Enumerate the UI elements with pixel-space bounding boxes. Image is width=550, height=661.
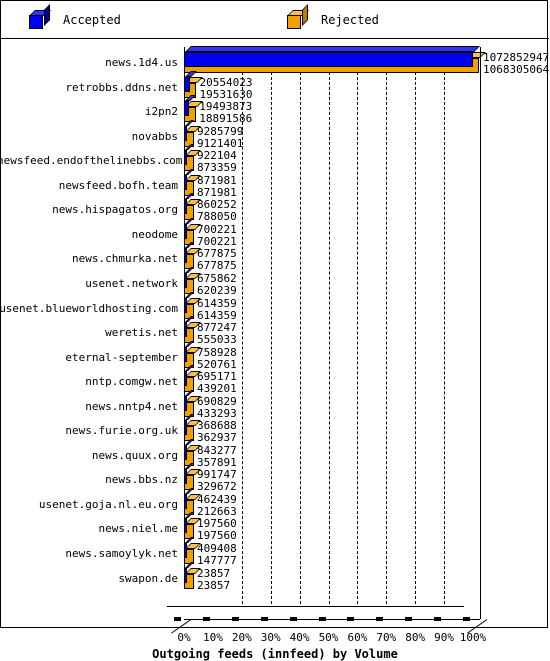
y-axis-line <box>184 47 185 584</box>
plot-right-border <box>480 47 481 619</box>
bar-value-label-accepted: 922104 <box>197 149 237 163</box>
blue-cube-icon <box>29 4 51 30</box>
bar-value-label-accepted: 19493873 <box>199 100 253 114</box>
bar-value-label-accepted: 860252 <box>197 198 237 212</box>
bar-row[interactable] <box>184 46 486 73</box>
chart-legend: Accepted Rejected <box>1 1 549 39</box>
bar-value-label-accepted: 675862 <box>197 271 237 285</box>
bar-value-label-accepted: 368688 <box>197 419 237 433</box>
bar-value-label-accepted: 690829 <box>197 394 237 408</box>
bar-value-label-accepted: 9285799 <box>197 124 244 138</box>
chart-bars: 1072852947 1068305064 20554023 19531630 1949… <box>1 39 549 619</box>
chart-plot-area: news.1d4.us retrobbs.ddns.net i2pn2 novabbs… <box>0 39 549 661</box>
x-axis-tick-mark <box>260 617 268 621</box>
chart-window: Accepted Rejected news.1d4.us retrobbs.dd… <box>0 0 549 661</box>
bar-value-label-accepted: 877247 <box>197 321 237 335</box>
bar-value-label-accepted: 677875 <box>197 247 237 261</box>
x-axis-tick-mark <box>463 617 470 621</box>
x-axis-tick-mark <box>202 617 210 621</box>
x-axis-tick-mark <box>231 617 239 621</box>
bar-segment-accepted[interactable] <box>184 46 480 67</box>
bar-value-label-accepted: 462439 <box>197 492 237 506</box>
bar-value-label-accepted: 843277 <box>197 443 237 457</box>
x-axis-tick-mark <box>174 617 181 621</box>
bar-value-label-rejected: 23857 <box>197 578 231 592</box>
bar-value-label-accepted: 197560 <box>197 517 237 531</box>
bar-top-face <box>185 46 480 52</box>
x-axis-tick-label: 100% <box>459 631 487 644</box>
orange-cube-icon <box>287 4 309 30</box>
bar-value-label-rejected: 1068305064 <box>483 63 550 76</box>
bar-value-label-accepted: 23857 <box>197 566 231 580</box>
bar-value-label-accepted: 871981 <box>197 173 237 187</box>
legend-label-rejected: Rejected <box>321 13 379 27</box>
bar-value-label-accepted: 758928 <box>197 345 237 359</box>
x-axis-tick-mark <box>347 617 355 621</box>
bar-value-label-accepted: 409408 <box>197 542 237 555</box>
bar-value-label-accepted: 614359 <box>197 296 237 310</box>
x-axis-tick-mark <box>318 617 326 621</box>
x-axis-tick-mark <box>405 617 413 621</box>
bar-value-label-accepted: 20554023 <box>199 75 253 89</box>
x-axis-tick-mark <box>434 617 442 621</box>
bar-value-label-accepted: 700221 <box>197 222 237 236</box>
bar-value-label-accepted: 1072852947 <box>483 51 550 64</box>
chart-x-title: Outgoing feeds (innfeed) by Volume <box>152 647 398 661</box>
x-axis-tick-mark <box>289 617 297 621</box>
x-axis-tick-mark <box>376 617 384 621</box>
x-axis-depth-line <box>167 606 464 607</box>
bar-value-label-accepted: 991747 <box>197 468 237 482</box>
legend-label-accepted: Accepted <box>63 13 121 27</box>
bar-value-label-accepted: 695171 <box>197 370 237 384</box>
